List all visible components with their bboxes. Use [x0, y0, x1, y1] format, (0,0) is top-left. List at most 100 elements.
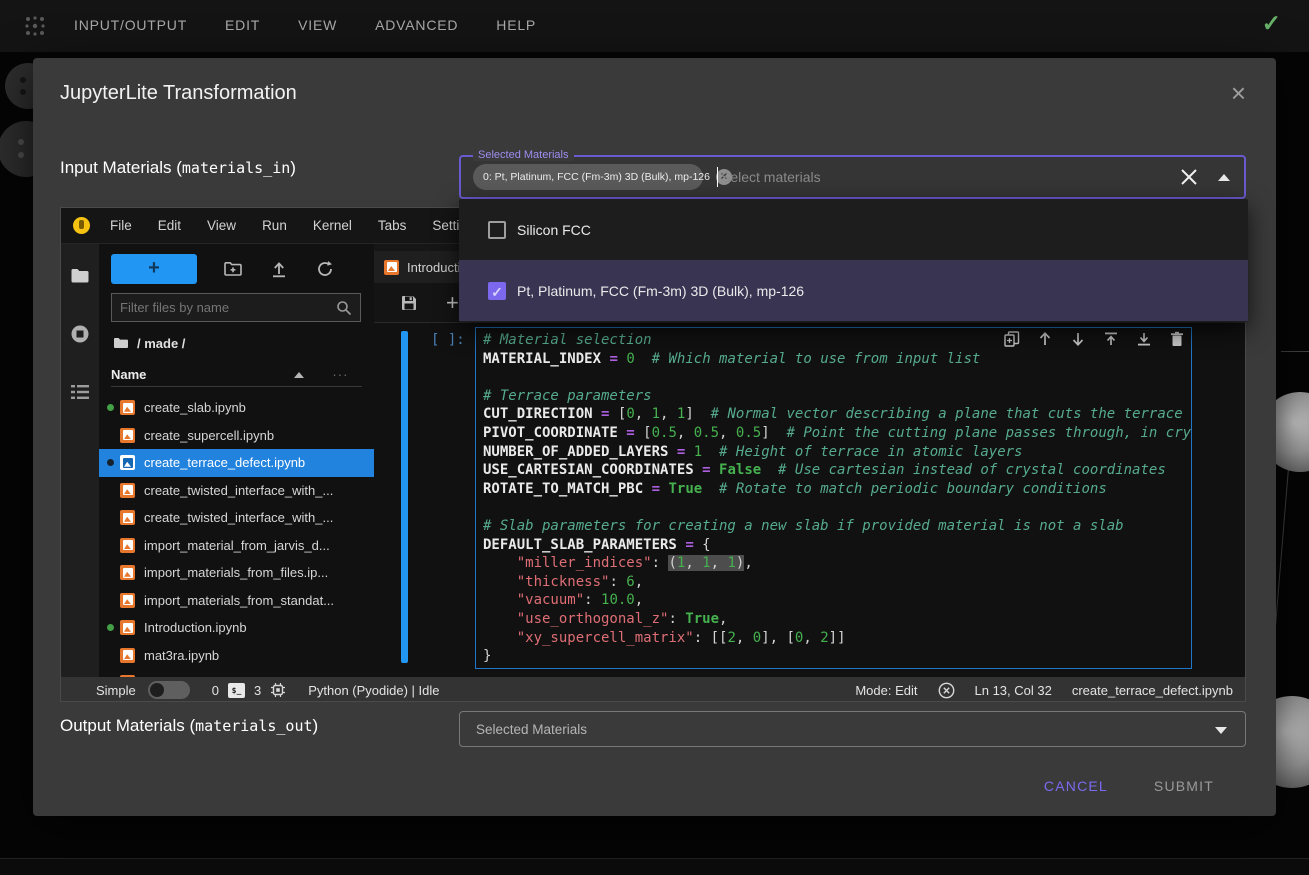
notebook-content[interactable]: [ ]: # Material selectionMATERIAL_INDEX …: [374, 323, 1246, 677]
notebook-icon-mark: [124, 572, 131, 577]
insert-cell-below-icon[interactable]: [1136, 331, 1152, 347]
file-row[interactable]: passivate_edge.ipynb: [99, 669, 374, 677]
filter-files-input[interactable]: [112, 300, 336, 315]
table-of-contents-icon[interactable]: [70, 382, 90, 402]
option-label: Pt, Platinum, FCC (Fm-3m) 3D (Bulk), mp-…: [517, 283, 804, 299]
collapse-caret-icon[interactable]: [1218, 174, 1230, 181]
code-line[interactable]: # Terrace parameters: [483, 387, 1192, 406]
materials-select-legend: Selected Materials: [473, 149, 574, 161]
cell-toolbar: [1004, 331, 1185, 347]
code-line[interactable]: }: [483, 647, 1192, 666]
clear-selection-icon[interactable]: [1178, 166, 1200, 188]
topbar-menu-advanced[interactable]: ADVANCED: [375, 17, 458, 33]
cursor-position[interactable]: Ln 13, Col 32: [975, 683, 1052, 698]
insert-cell-icon[interactable]: +: [446, 294, 459, 312]
jupyter-menu-kernel[interactable]: Kernel: [313, 218, 352, 233]
checkbox-unchecked-icon[interactable]: [488, 221, 506, 239]
code-line[interactable]: MATERIAL_INDEX = 0 # Which material to u…: [483, 350, 1192, 369]
jupyter-menu-edit[interactable]: Edit: [158, 218, 181, 233]
jupyter-menu-file[interactable]: File: [110, 218, 132, 233]
running-kernels-icon[interactable]: [70, 324, 90, 344]
file-row[interactable]: create_twisted_interface_with_...: [99, 504, 374, 532]
active-cell-indicator: [401, 331, 408, 663]
materials-dropdown: Silicon FCC ✓ Pt, Platinum, FCC (Fm-3m) 3D…: [459, 199, 1248, 322]
terminal-count[interactable]: 0: [212, 683, 219, 698]
code-line[interactable]: USE_CARTESIAN_COORDINATES = False # Use …: [483, 461, 1192, 480]
topbar-menu-view[interactable]: VIEW: [298, 17, 337, 33]
column-menu-icon[interactable]: ···: [332, 367, 348, 382]
code-line[interactable]: # Slab parameters for creating a new sla…: [483, 517, 1192, 536]
code-lines[interactable]: # Material selectionMATERIAL_INDEX = 0 #…: [483, 331, 1192, 666]
kernel-status[interactable]: Python (Pyodide) | Idle: [308, 683, 439, 698]
file-list: create_slab.ipynbcreate_supercell.ipynbc…: [99, 394, 374, 677]
notebook-file-icon: [120, 565, 135, 580]
terminal-icon: $_: [228, 683, 245, 698]
new-folder-icon[interactable]: [223, 259, 243, 279]
simple-mode-label: Simple: [96, 683, 136, 698]
file-row[interactable]: mat3ra.ipynb: [99, 642, 374, 670]
topbar-menu-input-output[interactable]: INPUT/OUTPUT: [74, 17, 187, 33]
jupyter-menu-view[interactable]: View: [207, 218, 236, 233]
move-cell-down-icon[interactable]: [1070, 331, 1086, 347]
code-line[interactable]: CUT_DIRECTION = [0, 1, 1] # Normal vecto…: [483, 405, 1192, 424]
breadcrumb[interactable]: / made /: [113, 332, 185, 354]
close-icon[interactable]: ×: [1231, 80, 1246, 106]
selected-material-chip[interactable]: 0: Pt, Platinum, FCC (Fm-3m) 3D (Bulk), …: [473, 164, 703, 190]
code-editor[interactable]: # Material selectionMATERIAL_INDEX = 0 #…: [475, 327, 1192, 669]
refresh-icon[interactable]: [315, 259, 335, 279]
output-materials-label: Output Materials (materials_out): [60, 716, 318, 736]
code-line[interactable]: ROTATE_TO_MATCH_PBC = True # Rotate to m…: [483, 480, 1192, 499]
code-line[interactable]: [483, 368, 1192, 387]
file-browser-icon[interactable]: [70, 266, 90, 286]
simple-mode-toggle[interactable]: [148, 681, 190, 699]
code-line[interactable]: [483, 498, 1192, 517]
status-check-icon[interactable]: ✓: [1262, 10, 1281, 37]
jupyter-menu-tabs[interactable]: Tabs: [378, 218, 407, 233]
code-line[interactable]: PIVOT_COORDINATE = [0.5, 0.5, 0.5] # Poi…: [483, 424, 1192, 443]
file-row[interactable]: create_slab.ipynb: [99, 394, 374, 422]
delete-cell-icon[interactable]: [1169, 331, 1185, 347]
code-line[interactable]: "thickness": 6,: [483, 573, 1192, 592]
jupyter-menus: FileEditViewRunKernelTabsSettings: [110, 218, 507, 233]
material-option-pt-platinum-fcc-fm-3m-3d-bulk-mp-126[interactable]: ✓ Pt, Platinum, FCC (Fm-3m) 3D (Bulk), mp…: [459, 260, 1248, 321]
file-row[interactable]: create_terrace_defect.ipynb: [99, 449, 374, 477]
cancel-button[interactable]: CANCEL: [1044, 778, 1108, 794]
filter-files-field[interactable]: [111, 293, 361, 322]
output-select-value: Selected Materials: [476, 722, 587, 737]
file-row[interactable]: import_materials_from_files.ip...: [99, 559, 374, 587]
file-row[interactable]: import_material_from_jarvis_d...: [99, 532, 374, 560]
chip-label: 0: Pt, Platinum, FCC (Fm-3m) 3D (Bulk), …: [483, 171, 710, 183]
save-icon[interactable]: [400, 294, 418, 312]
code-line[interactable]: "miller_indices": (1, 1, 1),: [483, 554, 1192, 573]
duplicate-cell-icon[interactable]: [1004, 331, 1020, 347]
file-list-header[interactable]: Name ···: [111, 363, 362, 387]
code-line[interactable]: "vacuum": 10.0,: [483, 591, 1192, 610]
kernel-count[interactable]: 3: [254, 683, 261, 698]
jupyter-activity-bar: [61, 244, 99, 677]
code-line[interactable]: "xy_supercell_matrix": [[2, 0], [0, 2]]: [483, 629, 1192, 648]
name-column-header[interactable]: Name: [111, 367, 146, 382]
upload-icon[interactable]: [269, 259, 289, 279]
code-line[interactable]: DEFAULT_SLAB_PARAMETERS = {: [483, 536, 1192, 555]
move-cell-up-icon[interactable]: [1037, 331, 1053, 347]
output-materials-select[interactable]: Selected Materials: [459, 711, 1246, 747]
topbar-menu-edit[interactable]: EDIT: [225, 17, 260, 33]
file-row[interactable]: create_supercell.ipynb: [99, 422, 374, 450]
topbar-menu-help[interactable]: HELP: [496, 17, 536, 33]
app-topbar: INPUT/OUTPUT EDIT VIEW ADVANCED HELP ✓: [0, 0, 1309, 52]
submit-button[interactable]: SUBMIT: [1154, 778, 1214, 794]
checkbox-checked-icon[interactable]: ✓: [488, 282, 506, 300]
file-row[interactable]: import_materials_from_standat...: [99, 587, 374, 615]
file-row[interactable]: Introduction.ipynb: [99, 614, 374, 642]
material-option-silicon-fcc[interactable]: Silicon FCC: [459, 199, 1248, 260]
code-line[interactable]: "use_orthogonal_z": True,: [483, 610, 1192, 629]
kernel-status-dot: [107, 459, 114, 466]
new-launcher-button[interactable]: +: [111, 254, 197, 284]
insert-cell-above-icon[interactable]: [1103, 331, 1119, 347]
code-line[interactable]: NUMBER_OF_ADDED_LAYERS = 1 # Height of t…: [483, 443, 1192, 462]
notebook-file-icon: [384, 260, 399, 275]
jupyter-menu-run[interactable]: Run: [262, 218, 287, 233]
file-row[interactable]: create_twisted_interface_with_...: [99, 477, 374, 505]
materials-select-input[interactable]: Selected Materials 0: Pt, Platinum, FCC …: [459, 155, 1246, 199]
notebook-icon-mark: [124, 627, 131, 632]
